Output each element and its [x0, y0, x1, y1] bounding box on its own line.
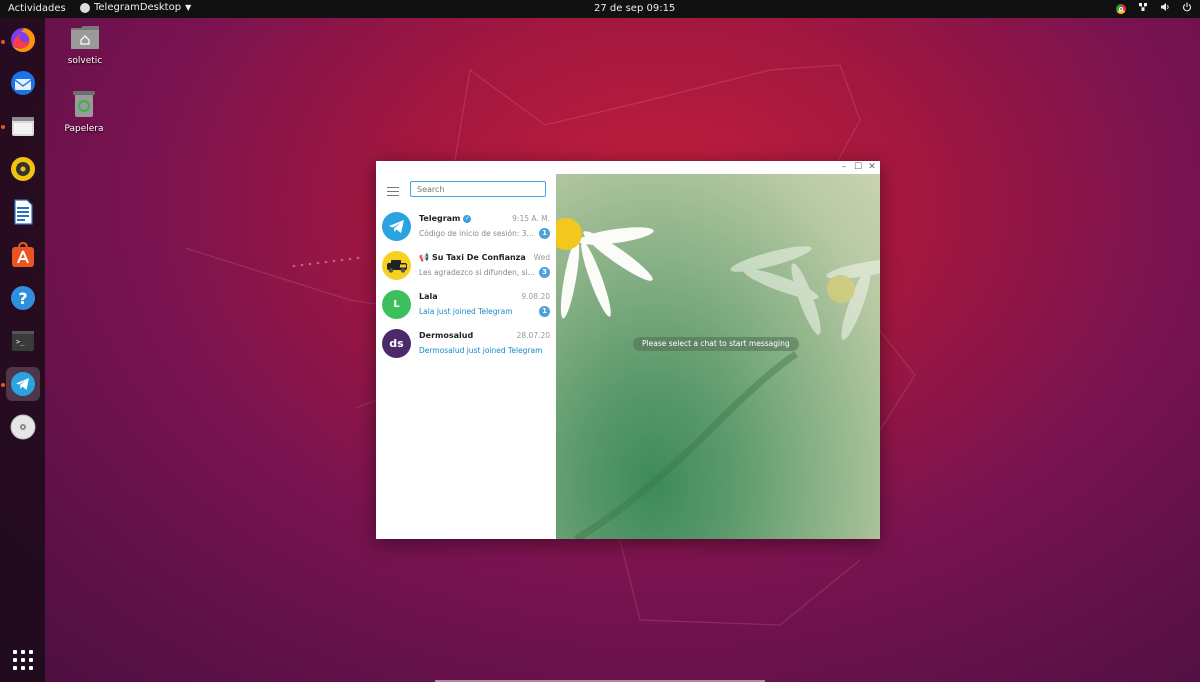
running-indicator [1, 383, 5, 387]
svg-text:?: ? [18, 289, 27, 308]
thunderbird-launcher[interactable] [6, 66, 40, 100]
caret-down-icon: ▼ [185, 3, 192, 12]
chat-preview: Código de inicio de sesión: 3... [419, 229, 534, 238]
writer-icon [14, 199, 33, 225]
lala-avatar: L [382, 290, 411, 319]
chat-preview: Lala just joined Telegram [419, 307, 513, 316]
files-icon [12, 117, 34, 136]
writer-launcher[interactable] [6, 195, 40, 229]
power-icon[interactable] [1182, 2, 1192, 15]
trash-icon [73, 91, 95, 117]
app-menu[interactable]: TelegramDesktop ▼ [80, 2, 191, 13]
unread-badge: 1 [539, 306, 550, 317]
chat-item-lala[interactable]: L Lala 9.08.20 Lala just joined Telegram… [376, 286, 556, 325]
daisy-wallpaper [556, 218, 880, 539]
clock[interactable]: 27 de sep 09:15 [594, 3, 675, 14]
top-bar: Actividades TelegramDesktop ▼ 27 de sep … [0, 0, 1200, 18]
desktop-icon-label: Papelera [64, 124, 104, 134]
activities-button[interactable]: Actividades [8, 3, 66, 14]
dock: ? >_ [0, 18, 45, 682]
chat-name: Lala [419, 292, 438, 301]
chat-time: Wed [533, 253, 550, 262]
chat-item-telegram[interactable]: Telegram ✓ 9:15 A. M. Código de inicio d… [376, 208, 556, 247]
maximize-icon[interactable]: ☐ [852, 162, 864, 173]
empty-state-message: Please select a chat to start messaging [633, 337, 799, 351]
dvd-launcher[interactable] [6, 410, 40, 444]
rhythmbox-launcher[interactable] [6, 152, 40, 186]
firefox-launcher[interactable] [6, 23, 40, 57]
unread-badge: 3 [539, 267, 550, 278]
unread-badge: 1 [539, 228, 550, 239]
svg-text:>_: >_ [16, 338, 25, 346]
chat-name: Telegram ✓ [419, 214, 472, 223]
firefox-icon [11, 28, 35, 52]
files-launcher[interactable] [6, 109, 40, 143]
running-indicator [1, 40, 5, 44]
rhythmbox-icon [11, 157, 35, 181]
terminal-icon: >_ [12, 331, 34, 351]
volume-icon[interactable] [1160, 2, 1170, 15]
chat-preview: Dermosalud just joined Telegram [419, 346, 543, 355]
home-folder-icon [71, 26, 99, 49]
help-launcher[interactable]: ? [6, 281, 40, 315]
chrome-tray-icon[interactable] [1116, 3, 1126, 14]
chat-sidebar: Telegram ✓ 9:15 A. M. Código de inicio d… [376, 174, 556, 539]
channel-icon: 📢 [419, 253, 429, 262]
software-launcher[interactable] [6, 238, 40, 272]
verified-icon: ✓ [463, 214, 472, 223]
menu-icon[interactable] [387, 187, 399, 199]
search-input[interactable] [410, 181, 546, 197]
desktop-icon-label: solvetic [67, 56, 103, 66]
chat-item-su-taxi[interactable]: 📢 Su Taxi De Confianza Wed Les agradezco… [376, 247, 556, 286]
window-titlebar[interactable]: – ☐ ✕ [376, 161, 880, 175]
chat-name: 📢 Su Taxi De Confianza [419, 253, 526, 262]
chat-time: 9:15 A. M. [512, 214, 550, 223]
chat-area: Please select a chat to start messaging [556, 174, 880, 539]
close-icon[interactable]: ✕ [866, 162, 878, 173]
telegram-avatar-icon [382, 212, 411, 241]
show-applications-icon[interactable] [13, 650, 33, 670]
minimize-icon[interactable]: – [838, 162, 850, 173]
chat-time: 9.08.20 [521, 292, 550, 301]
desktop-icon-trash[interactable]: Papelera [54, 90, 114, 134]
app-menu-label: TelegramDesktop [94, 2, 182, 13]
chat-time: 28.07.20 [516, 331, 550, 340]
system-tray[interactable] [1116, 2, 1192, 15]
desktop-icon-home[interactable]: solvetic [55, 24, 115, 66]
dvd-icon [10, 414, 36, 440]
taxi-avatar-icon [382, 251, 411, 280]
running-indicator [1, 125, 5, 129]
dermosalud-avatar: ds [382, 329, 411, 358]
telegram-window: – ☐ ✕ Telegram ✓ 9:15 A. M. Código de in… [376, 161, 880, 539]
telegram-launcher[interactable] [6, 367, 40, 401]
chat-item-dermosalud[interactable]: ds Dermosalud 28.07.20 Dermosalud just j… [376, 325, 556, 364]
software-store-icon [12, 241, 34, 267]
thunderbird-icon [11, 71, 35, 95]
telegram-icon [11, 372, 35, 396]
telegram-mini-icon [80, 2, 90, 13]
chat-preview: Les agradezco si difunden, si... [419, 268, 534, 277]
chat-name: Dermosalud [419, 331, 474, 340]
terminal-launcher[interactable]: >_ [6, 324, 40, 358]
help-icon: ? [11, 286, 35, 310]
network-icon[interactable] [1138, 2, 1148, 15]
